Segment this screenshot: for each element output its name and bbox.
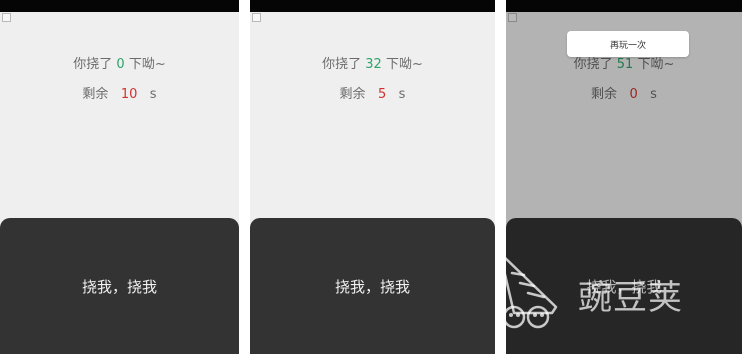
broken-image-icon (2, 13, 11, 22)
counter-prefix: 你挠了 (73, 57, 113, 72)
status-bar (506, 0, 742, 12)
time-remaining: 剩余 5 s (250, 83, 495, 102)
broken-image-icon (252, 13, 261, 22)
remain-unit: s (398, 87, 406, 102)
counter-prefix: 你挠了 (322, 57, 362, 72)
counter-suffix: 下呦~ (128, 57, 166, 72)
time-remaining: 剩余 10 s (0, 83, 239, 102)
modal-overlay (506, 12, 742, 354)
remain-unit: s (149, 87, 157, 102)
remain-prefix: 剩余 (82, 87, 109, 102)
tap-area-button[interactable]: 挠我，挠我 (250, 218, 495, 354)
tap-area-label: 挠我，挠我 (81, 277, 157, 296)
counter-suffix: 下呦~ (385, 57, 423, 72)
tap-counter: 你挠了 32 下呦~ (250, 53, 495, 72)
tap-area-label: 挠我，挠我 (334, 277, 410, 296)
tap-counter: 你挠了 0 下呦~ (0, 53, 239, 72)
status-bar (0, 0, 239, 12)
remain-prefix: 剩余 (339, 87, 366, 102)
phone-screen-playing: 你挠了 32 下呦~ 剩余 5 s 挠我，挠我 (250, 0, 495, 354)
counter-value: 32 (365, 57, 382, 72)
remain-value: 5 (377, 87, 387, 102)
status-bar (250, 0, 495, 12)
counter-value: 0 (116, 57, 125, 72)
remain-value: 10 (120, 87, 138, 102)
phone-screen-finished: 你挠了 51 下呦~ 剩余 0 s 挠我，挠我 再玩一次 (506, 0, 742, 354)
play-again-button[interactable]: 再玩一次 (567, 31, 689, 57)
phone-screen-start: 你挠了 0 下呦~ 剩余 10 s 挠我，挠我 (0, 0, 239, 354)
tap-area-button[interactable]: 挠我，挠我 (0, 218, 239, 354)
